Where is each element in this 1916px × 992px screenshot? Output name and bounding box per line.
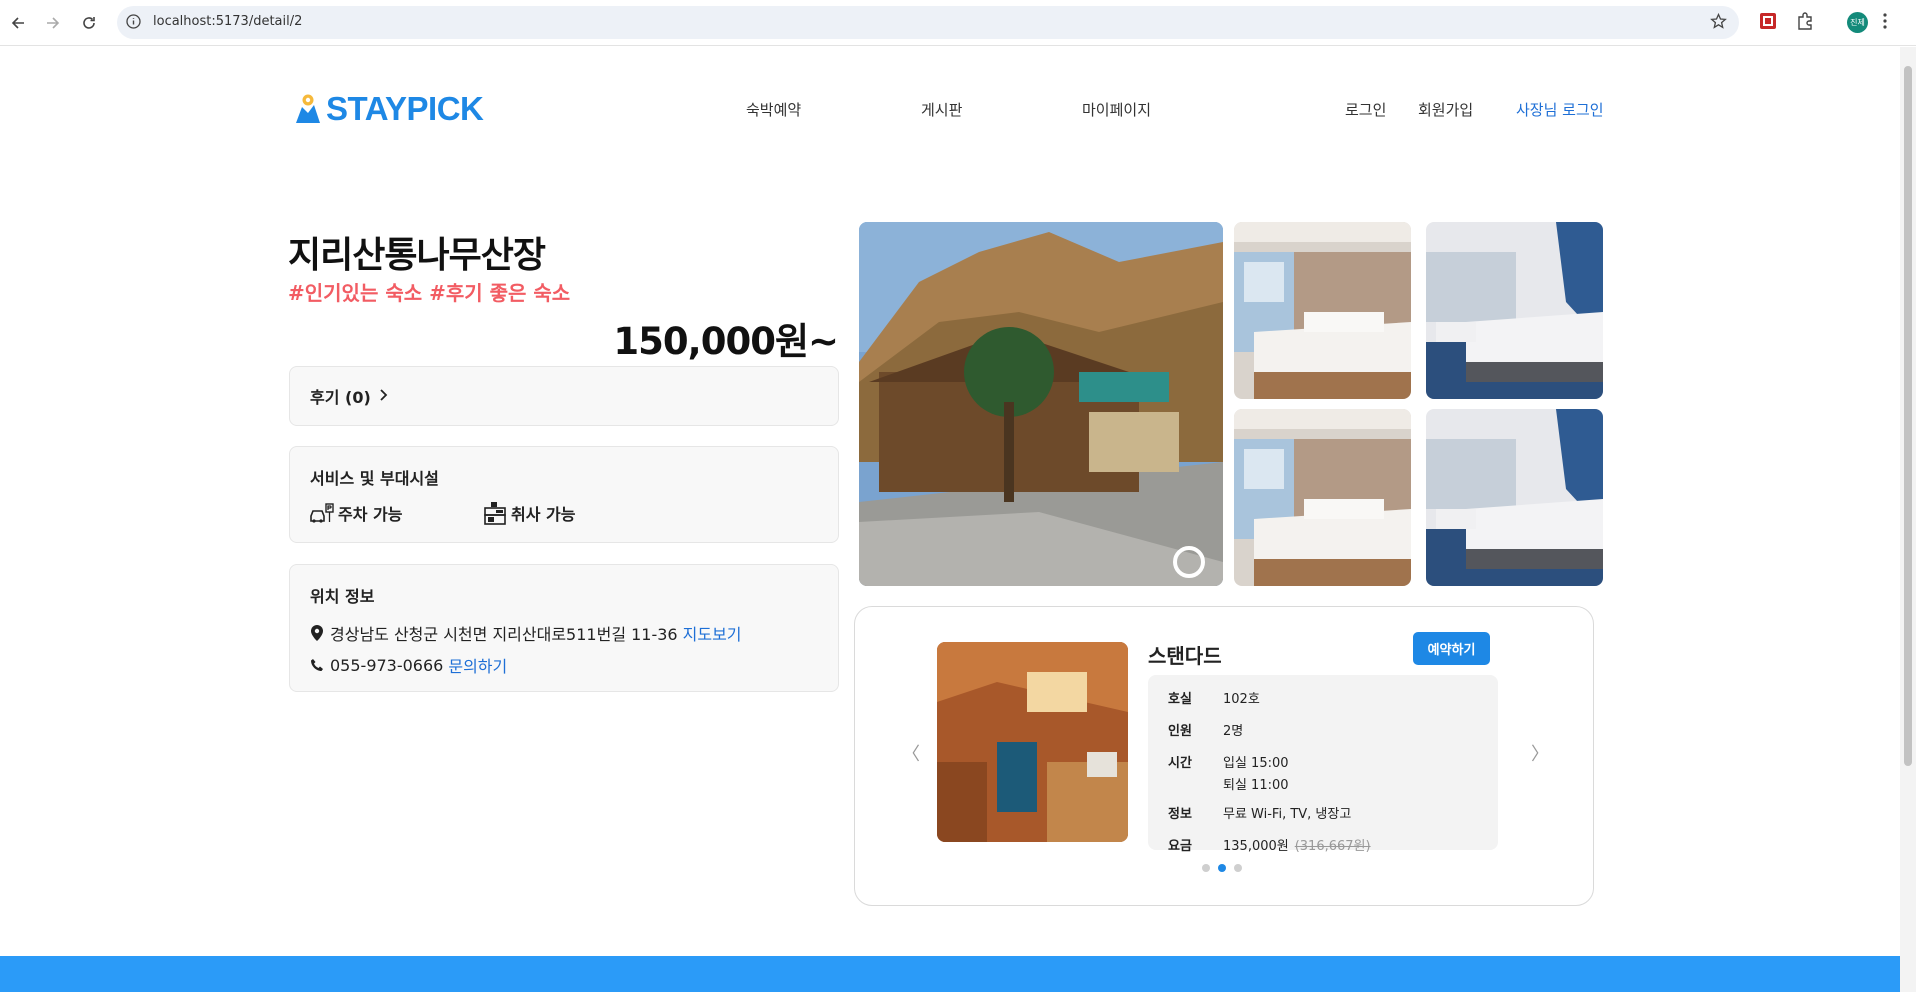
address-text: 경상남도 산청군 시천면 지리산대로511번길 11-36 [330,625,678,644]
review-label: 후기 (0) [310,388,371,407]
site-info-icon[interactable] [126,14,141,33]
login-link[interactable]: 로그인 [1345,99,1386,120]
location-pin-icon [311,625,323,641]
room-info-value: 2명 [1223,724,1244,739]
book-button[interactable]: 예약하기 [1413,632,1490,665]
profile-avatar[interactable]: 진제 [1847,12,1868,33]
service-parking-label: 주차 가능 [338,505,403,524]
carousel-dots [1202,864,1242,872]
review-card[interactable]: 후기 (0) [289,366,839,426]
main-photo[interactable] [859,222,1223,586]
inquiry-link[interactable]: 문의하기 [448,653,507,677]
listing-price: 150,000원~ [613,320,839,363]
location-title: 위치 정보 [310,587,375,606]
room-info-row: 시간 입실 15:00 퇴실 11:00 [1168,752,1498,793]
checkout-time: 퇴실 11:00 [1223,778,1289,793]
listing-title: 지리산통나무산장 [288,235,546,276]
cooking-icon [484,502,506,525]
room-name: 스탠다드 [1148,644,1222,668]
phone-text: 055-973-0666 [330,655,444,675]
services-title: 서비스 및 부대시설 [310,469,439,488]
nav-board[interactable]: 게시판 [921,99,962,120]
room-info-value: 102호 [1223,692,1260,707]
gallery-photo-4[interactable] [1426,409,1603,586]
service-cooking: 취사 가능 [483,501,656,525]
extensions-puzzle-icon[interactable] [1795,11,1815,35]
room-photo[interactable] [937,642,1128,842]
carousel-dot[interactable] [1234,864,1242,872]
scrollbar-thumb[interactable] [1904,66,1912,766]
service-parking: 주차 가능 [310,501,483,525]
location-card: 위치 정보 경상남도 산청군 시천면 지리산대로511번길 11-36 지도보기… [289,564,839,692]
more-menu-icon[interactable] [1882,11,1888,35]
room-info-row: 요금 135,000원 (316,667원) [1168,835,1498,854]
room-info-key: 시간 [1168,756,1192,771]
room-info-row: 인원 2명 [1168,720,1498,739]
room-info-box: 호실 102호 인원 2명 시간 입실 15:00 퇴실 11:00 정보 무료… [1148,675,1498,854]
room-info-key: 정보 [1168,807,1192,822]
owner-login-link[interactable]: 사장님 로그인 [1516,99,1604,120]
nav-booking[interactable]: 숙박예약 [746,99,801,120]
map-link[interactable]: 지도보기 [683,621,742,645]
room-price: 135,000원 [1223,839,1289,854]
url-text: localhost:5173/detail/2 [153,14,303,29]
carousel-dot[interactable] [1202,864,1210,872]
logo-text: STAYPICK [326,90,484,127]
room-info-key: 인원 [1168,724,1192,739]
phone-icon [311,659,323,671]
forward-icon[interactable] [42,12,64,34]
room-info-row: 호실 102호 [1168,688,1498,707]
signup-link[interactable]: 회원가입 [1418,99,1473,120]
car-parking-icon [310,503,334,523]
carousel-prev-arrow[interactable]: 〈 [902,740,920,766]
gallery-photo-3[interactable] [1234,409,1411,586]
footer [0,956,1900,992]
site-logo[interactable]: STAYPICK [294,90,484,128]
gallery-photo-2[interactable] [1426,222,1603,399]
room-info-key: 요금 [1168,839,1192,854]
room-info-value: 무료 Wi-Fi, TV, 냉장고 [1223,807,1352,822]
carousel-dot-active[interactable] [1218,864,1226,872]
gallery-photo-1[interactable] [1234,222,1411,399]
extension-icon[interactable] [1758,11,1778,35]
back-icon[interactable] [7,12,29,34]
room-info-key: 호실 [1168,692,1192,707]
chevron-right-icon [379,387,389,406]
browser-toolbar: localhost:5173/detail/2 진제 [0,0,1916,46]
reload-icon[interactable] [78,12,100,34]
bookmark-star-icon[interactable] [1710,12,1727,34]
checkin-time: 입실 15:00 [1223,756,1289,771]
address-bar[interactable]: localhost:5173/detail/2 [117,6,1739,39]
service-cooking-label: 취사 가능 [511,505,576,524]
room-original-price: (316,667원) [1294,839,1371,854]
nav-mypage[interactable]: 마이페이지 [1082,99,1151,120]
room-info-row: 정보 무료 Wi-Fi, TV, 냉장고 [1168,803,1498,822]
services-card: 서비스 및 부대시설 주차 가능 취사 가능 [289,446,839,543]
listing-tags: #인기있는 숙소 #후기 좋은 숙소 [288,281,571,305]
logo-map-pin-icon [296,94,320,123]
carousel-next-arrow[interactable]: 〉 [1531,740,1549,766]
